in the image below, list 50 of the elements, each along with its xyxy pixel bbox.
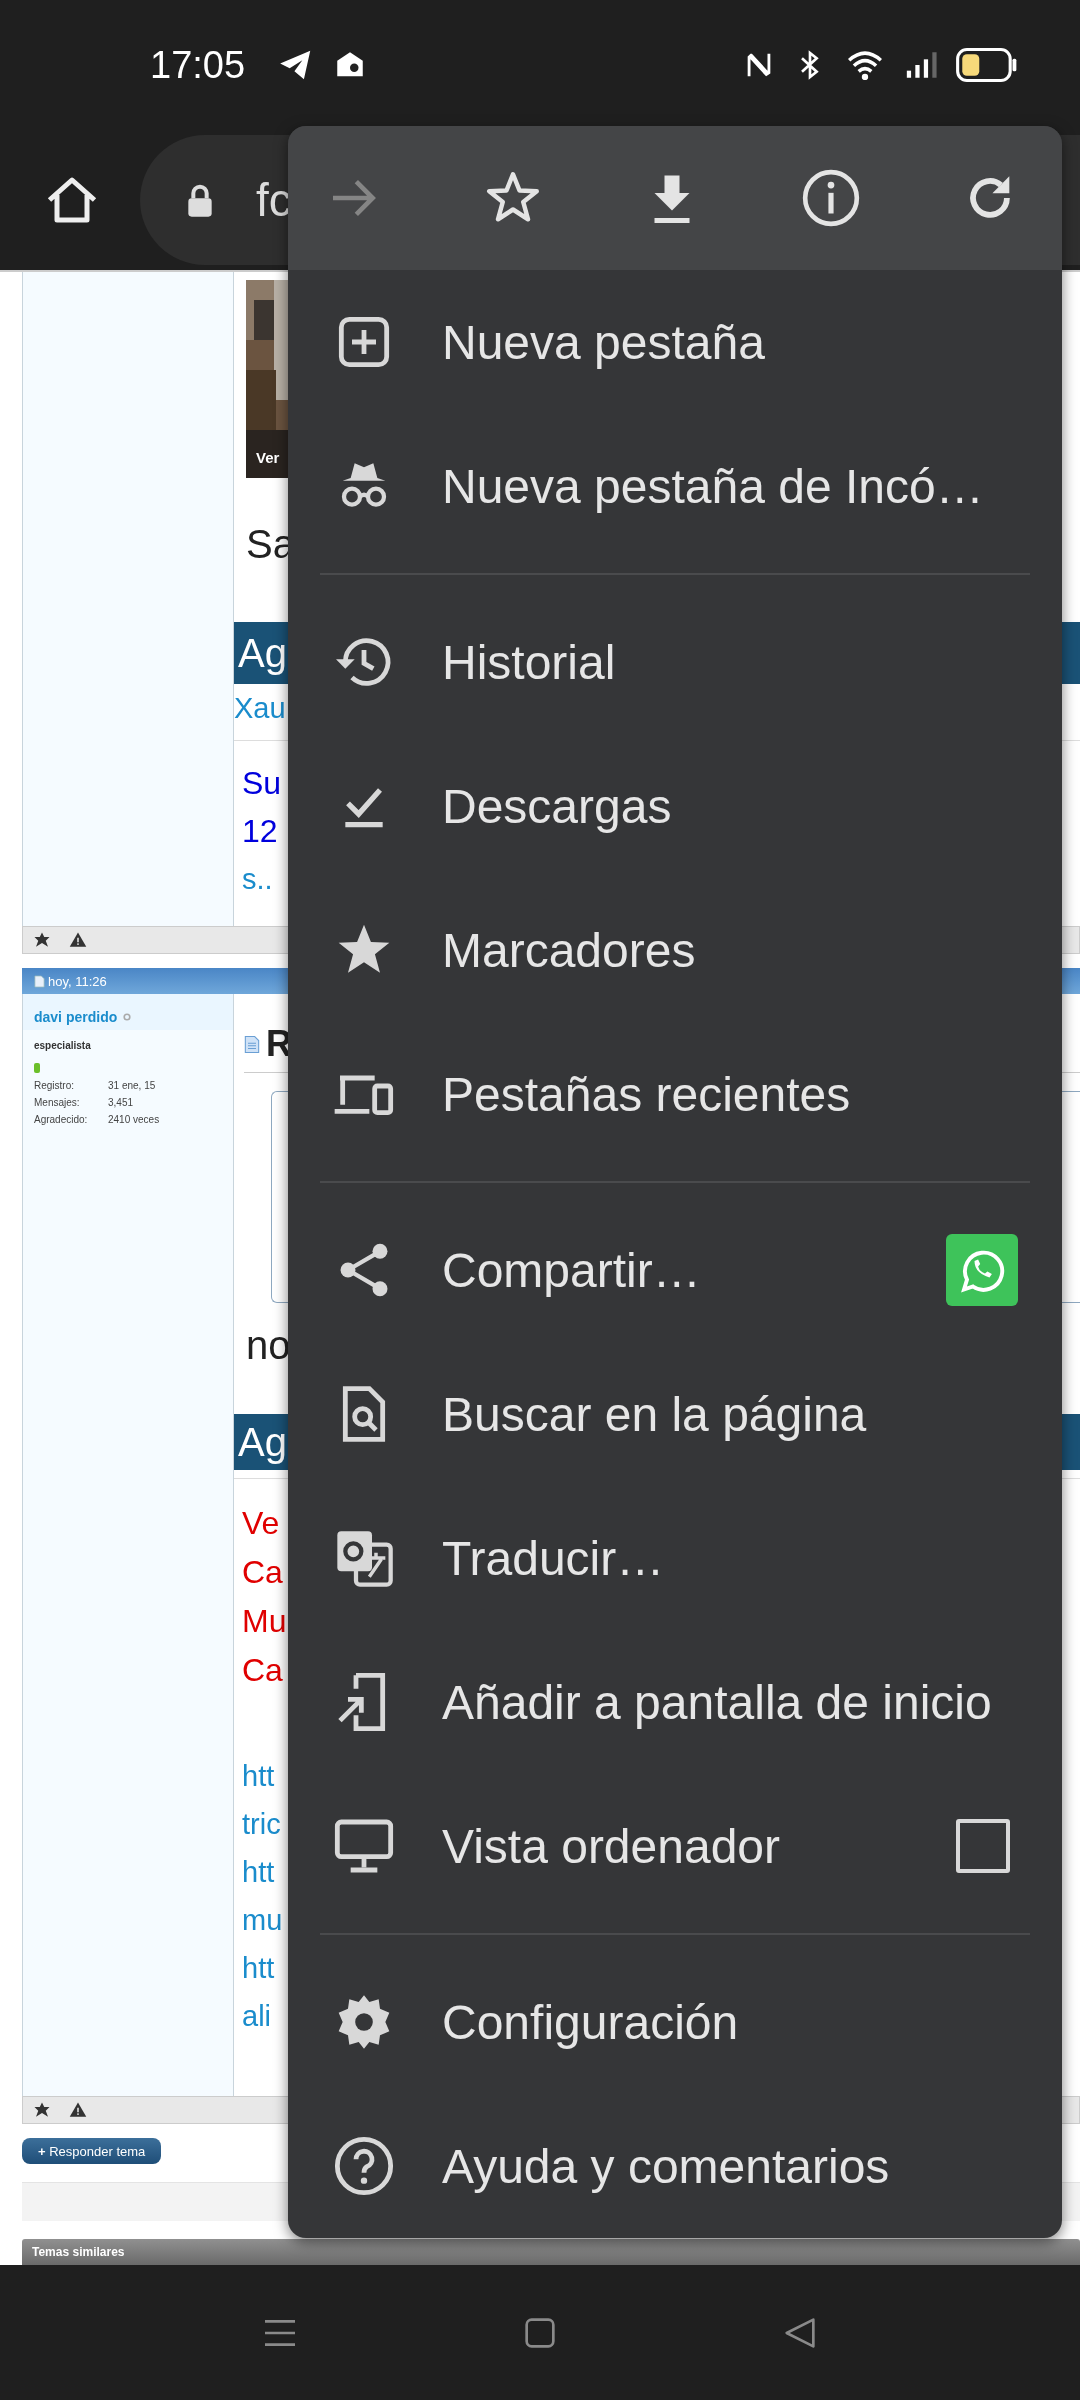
link-text[interactable]: Xau [234, 684, 286, 732]
menu-item[interactable]: Configuración [288, 1950, 1062, 2094]
menu-item[interactable]: Pestañas recientes [288, 1022, 1062, 1166]
reputation-bar [34, 1063, 40, 1074]
similar-topics-header: Temas similares [22, 2239, 1080, 2265]
info-icon [800, 167, 862, 229]
star-icon[interactable] [33, 2101, 51, 2119]
stat-label: Agradecido: [34, 1113, 89, 1128]
url-text: fc [256, 173, 292, 227]
link-text[interactable]: tric [234, 1800, 281, 1849]
menu-item[interactable]: Nueva pestaña [288, 270, 1062, 414]
link-text[interactable]: 12 [234, 807, 278, 855]
warning-icon[interactable] [69, 931, 87, 950]
clock: 17:05 [150, 43, 246, 87]
image-caption: Ver [256, 449, 280, 466]
status-dot-icon [123, 1013, 132, 1022]
stat-value: 3,451 [108, 1096, 134, 1111]
stat-label: Mensajes: [34, 1096, 81, 1111]
post-text: Ve [241, 1504, 280, 1544]
document-icon [34, 974, 45, 988]
stat-value: 31 ene, 15 [108, 1079, 156, 1094]
link-text[interactable]: htt [234, 1848, 275, 1897]
link-text[interactable]: Su [234, 759, 282, 807]
menu-item[interactable]: Añadir a pantalla de inicio [288, 1630, 1062, 1774]
reply-button[interactable]: + Responder tema [22, 2138, 162, 2164]
menu-item[interactable]: Marcadores [288, 878, 1062, 1022]
checkbox[interactable] [956, 1819, 1010, 1873]
menu-item[interactable]: Traducir… [288, 1486, 1062, 1630]
link-text[interactable]: htt [234, 1752, 275, 1801]
warning-icon[interactable] [69, 2101, 87, 2119]
document-icon [244, 1034, 260, 1054]
battery-icon [956, 48, 1018, 82]
link-text[interactable]: s.. [234, 855, 273, 903]
link-text[interactable]: ali [234, 1992, 271, 2041]
post-text: Mu [241, 1602, 287, 1642]
user-rank: especialista [33, 1039, 92, 1052]
link-text[interactable]: htt [234, 1944, 275, 1993]
help-icon [332, 2134, 396, 2198]
post-time: hoy, 11:26 [48, 973, 107, 989]
menu-item[interactable]: Descargas [288, 734, 1062, 878]
menu-item[interactable]: Nueva pestaña de Incó… [288, 414, 1062, 558]
link-text[interactable]: mu [234, 1896, 283, 1945]
menu-item[interactable]: Ayuda y comentarios [288, 2094, 1062, 2238]
post-text: no [245, 1322, 291, 1370]
post-text: Ca [241, 1651, 283, 1691]
post-text: Ca [241, 1553, 283, 1593]
stat-value: 2410 veces [108, 1113, 160, 1128]
stat-label: Registro: [34, 1079, 75, 1094]
menu-item[interactable]: Compartir… [288, 1198, 1062, 1342]
menu-item[interactable]: Vista ordenador [288, 1774, 1062, 1918]
